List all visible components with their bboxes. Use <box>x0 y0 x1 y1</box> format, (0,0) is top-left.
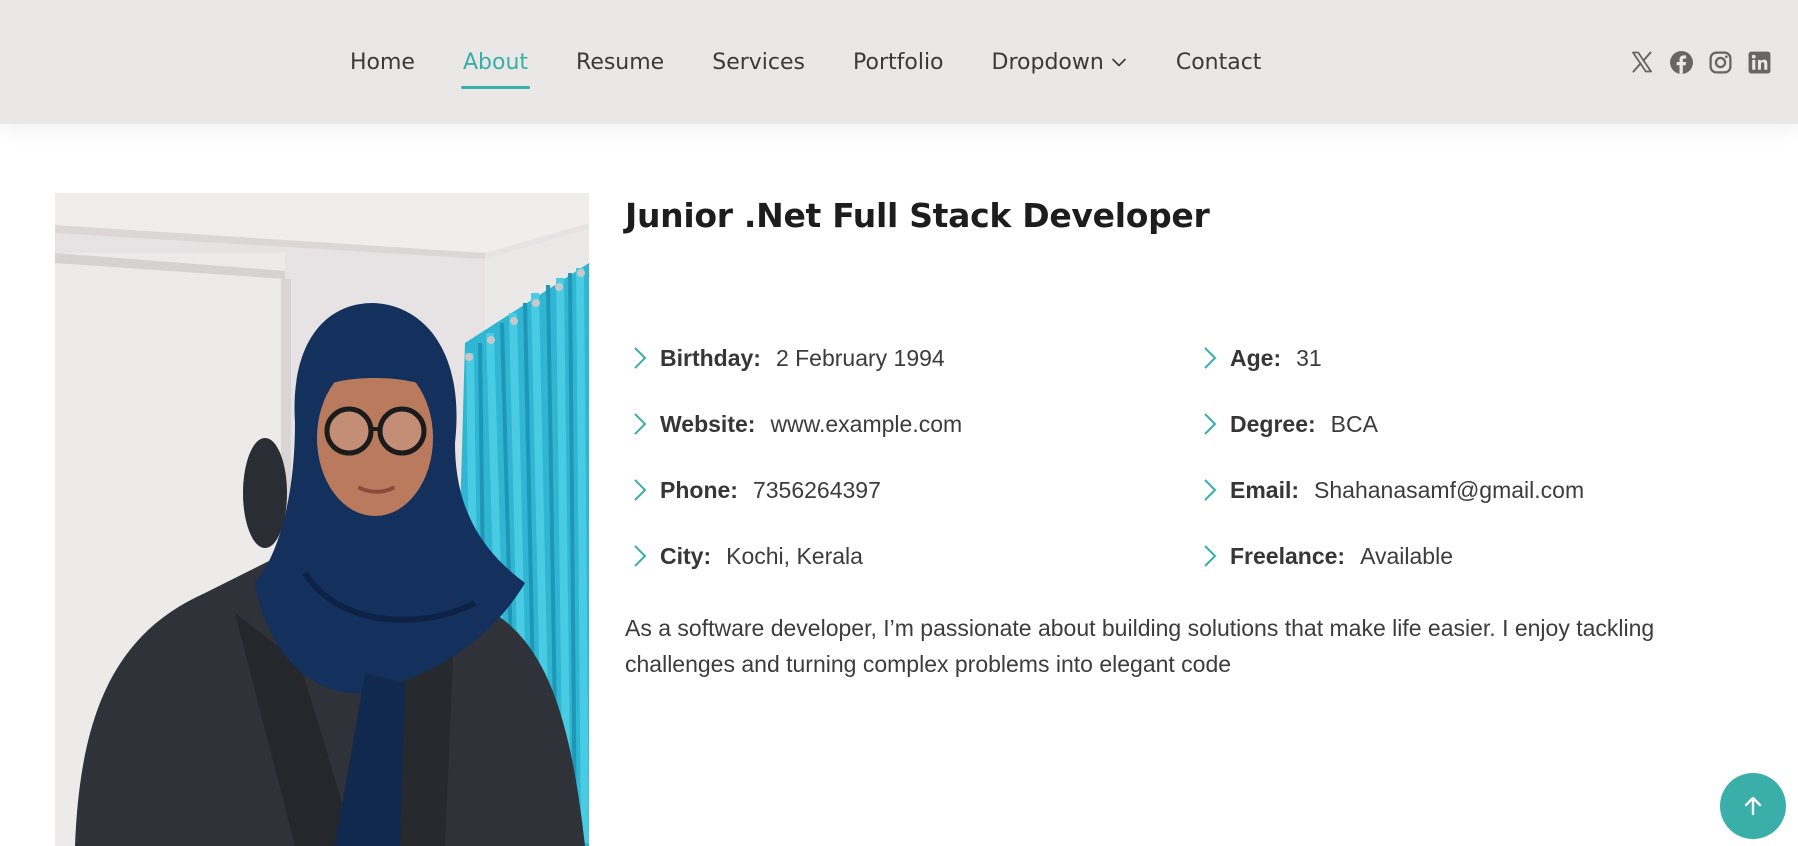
social-links <box>1616 0 1772 124</box>
info-value: www.example.com <box>770 410 963 437</box>
info-label: Email: <box>1230 476 1300 503</box>
site-header: Home About Resume Services Portfolio Dro… <box>0 0 1798 124</box>
info-row-city: City: Kochi, Kerala <box>625 523 962 589</box>
info-value: 7356264397 <box>752 476 881 503</box>
info-label: Phone: <box>660 476 738 503</box>
nav-item-contact[interactable]: Contact <box>1176 50 1262 75</box>
info-label: Freelance: <box>1230 542 1346 569</box>
info-row-freelance: Freelance: Available <box>1195 523 1584 589</box>
nav-label: Portfolio <box>853 49 944 75</box>
info-label: Degree: <box>1230 410 1316 437</box>
info-label: Age: <box>1230 344 1282 371</box>
chevron-right-icon <box>629 412 651 436</box>
info-value: 2 February 1994 <box>775 344 945 371</box>
nav-label: Contact <box>1175 49 1262 75</box>
info-row-degree: Degree: BCA <box>1195 391 1584 457</box>
nav-item-services[interactable]: Services <box>712 50 805 75</box>
nav-label: Resume <box>576 49 665 75</box>
nav-label: Dropdown <box>991 49 1104 75</box>
info-value: 31 <box>1296 344 1322 371</box>
chevron-right-icon <box>1199 346 1221 370</box>
about-section: Junior .Net Full Stack Developer Birthda… <box>625 193 1765 677</box>
chevron-right-icon <box>1199 544 1221 568</box>
linkedin-icon[interactable] <box>1746 49 1772 75</box>
nav-item-dropdown[interactable]: Dropdown <box>992 50 1128 75</box>
nav-item-home[interactable]: Home <box>350 50 415 75</box>
main-nav: Home About Resume Services Portfolio Dro… <box>350 0 1309 124</box>
about-description: As a software developer, I’m passionate … <box>625 615 1655 677</box>
profile-photo <box>55 193 589 846</box>
info-label: Website: <box>660 410 756 437</box>
info-value: Available <box>1360 542 1453 569</box>
info-row-email: Email: Shahanasamf@gmail.com <box>1195 457 1584 523</box>
chevron-right-icon <box>629 346 651 370</box>
chevron-right-icon <box>629 478 651 502</box>
info-value: BCA <box>1330 410 1378 437</box>
back-to-top-button[interactable] <box>1720 773 1786 839</box>
info-value: Kochi, Kerala <box>726 542 863 569</box>
nav-item-resume[interactable]: Resume <box>576 50 664 75</box>
chevron-right-icon <box>629 544 651 568</box>
chevron-right-icon <box>1199 478 1221 502</box>
nav-label: About <box>462 49 529 75</box>
info-label: Birthday: <box>660 344 761 371</box>
info-row-age: Age: 31 <box>1195 325 1584 391</box>
facebook-icon[interactable] <box>1668 49 1694 75</box>
nav-item-portfolio[interactable]: Portfolio <box>853 50 944 75</box>
nav-item-about[interactable]: About <box>460 49 531 89</box>
info-row-birthday: Birthday: 2 February 1994 <box>625 325 962 391</box>
info-column-right: Age: 31 Degree: BCA Email: Shahanasamf@g… <box>1195 325 1584 589</box>
info-column-left: Birthday: 2 February 1994 Website: www.e… <box>625 325 962 589</box>
info-row-phone: Phone: 7356264397 <box>625 457 962 523</box>
page-title: Junior .Net Full Stack Developer <box>625 196 1210 235</box>
info-label: City: <box>660 542 712 569</box>
info-row-website: Website: www.example.com <box>625 391 962 457</box>
chevron-right-icon <box>1199 412 1221 436</box>
arrow-up-icon <box>1742 795 1764 817</box>
chevron-down-icon <box>1110 53 1128 71</box>
nav-label: Home <box>350 49 415 75</box>
info-value: Shahanasamf@gmail.com <box>1314 476 1585 503</box>
nav-label: Services <box>712 49 806 75</box>
x-icon[interactable] <box>1629 49 1655 75</box>
instagram-icon[interactable] <box>1707 49 1733 75</box>
